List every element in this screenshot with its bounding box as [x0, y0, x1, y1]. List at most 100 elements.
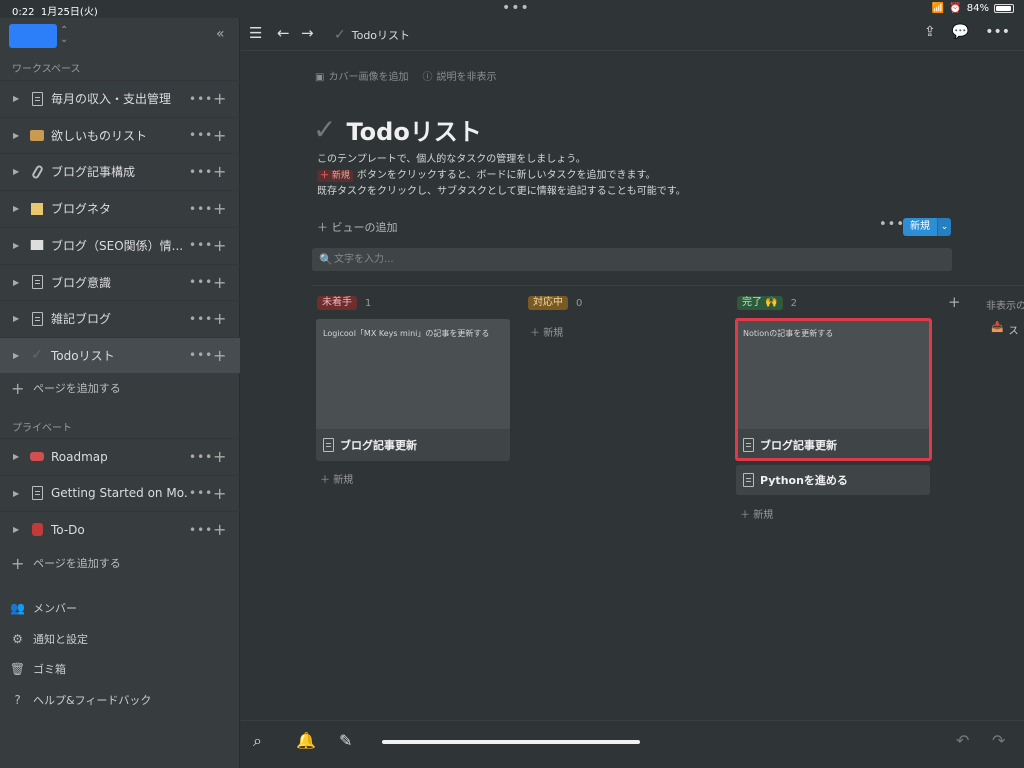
expand-triangle-icon[interactable]: ▶ — [13, 351, 19, 360]
plus-icon[interactable]: + — [213, 199, 226, 218]
add-card-button[interactable]: ＋ 新規 — [740, 506, 773, 521]
forward-arrow-icon[interactable]: → — [301, 24, 314, 42]
add-page-label: ページを追加する — [33, 557, 121, 570]
more-icon[interactable]: ••• — [189, 523, 213, 537]
add-view-button[interactable]: ＋ ビューの追加 — [317, 219, 398, 235]
new-chip: ＋ 新規 — [317, 170, 353, 182]
search-input[interactable] — [334, 251, 934, 267]
expand-triangle-icon[interactable]: ▶ — [13, 131, 19, 140]
hidden-group-item[interactable]: 📥 ス — [991, 322, 1018, 337]
card-cover-text: Logicool「MX Keys mini」の記事を更新する — [323, 329, 490, 338]
board-card[interactable]: Logicool「MX Keys mini」の記事を更新する ブログ記事更新 — [316, 319, 510, 461]
plus-icon[interactable]: + — [213, 162, 226, 181]
board-divider — [312, 285, 1024, 286]
sidebar-item[interactable]: ▶ ブログ（SEO関係）情... ••• + — [0, 226, 240, 263]
comment-icon[interactable]: 💬 — [952, 24, 969, 40]
add-page-private-button[interactable]: + ページを追加する — [0, 550, 240, 576]
plus-icon[interactable]: + — [213, 89, 226, 108]
view-more-icon[interactable]: ••• — [879, 217, 905, 232]
sidebar-item[interactable]: ▶ 毎月の収入・支出管理 ••• + — [0, 80, 240, 116]
check-icon[interactable]: ✓ — [313, 113, 336, 146]
trash-item[interactable]: 🗑 ゴミ箱 — [0, 657, 240, 681]
sidebar-item[interactable]: ▶ To-Do ••• + — [0, 511, 240, 547]
plus-icon[interactable]: + — [213, 346, 226, 365]
add-page-button[interactable]: + ページを追加する — [0, 375, 240, 401]
sidebar-item[interactable]: ▶ Getting Started on Mo... ••• + — [0, 474, 240, 511]
page-icon — [30, 311, 44, 327]
desc-line: ボタンをクリックすると、ボードに新しいタスクを追加できます。 — [356, 170, 656, 181]
add-card-button[interactable]: ＋ 新規 — [320, 471, 353, 486]
sidebar-item[interactable]: ▶ ブログ記事構成 ••• + — [0, 153, 240, 189]
new-button[interactable]: 新規 ⌄ — [903, 218, 951, 236]
check-icon: ✓ — [334, 27, 346, 43]
settings-item[interactable]: ⚙ 通知と設定 — [0, 627, 240, 651]
column-header-done[interactable]: 完了 🙌 2 — [737, 296, 797, 310]
more-icon[interactable]: ••• — [189, 238, 213, 252]
more-options-icon[interactable]: ••• — [985, 24, 1010, 40]
breadcrumb[interactable]: ✓ Todoリスト — [334, 27, 410, 43]
plus-icon[interactable]: + — [213, 520, 226, 539]
share-icon[interactable]: ⇪ — [924, 24, 936, 40]
back-arrow-icon[interactable]: ← — [277, 24, 290, 42]
redo-icon[interactable]: ↷ — [992, 731, 1005, 750]
plus-icon[interactable]: + — [213, 273, 226, 292]
new-button-label[interactable]: 新規 — [903, 218, 937, 236]
bell-icon[interactable]: 🔔 — [296, 731, 316, 750]
expand-triangle-icon[interactable]: ▶ — [13, 489, 19, 498]
board-card[interactable]: Pythonを進める — [736, 465, 930, 495]
expand-triangle-icon[interactable]: ▶ — [13, 204, 19, 213]
workspace-switcher[interactable] — [9, 24, 57, 48]
hide-description-button[interactable]: ⓘ 説明を非表示 — [422, 68, 496, 83]
chevron-down-icon[interactable]: ⌄ — [937, 218, 951, 236]
compose-icon[interactable]: ✎ — [339, 731, 352, 750]
more-icon[interactable]: ••• — [189, 202, 213, 216]
chevron-updown-icon[interactable]: ⌃ ⌄ — [60, 26, 68, 45]
more-icon[interactable]: ••• — [189, 486, 213, 500]
plus-icon[interactable]: + — [213, 309, 226, 328]
sidebar-item[interactable]: ▶ ✓ Todoリスト ••• + — [0, 336, 240, 373]
sidebar-item[interactable]: ▶ 欲しいものリスト ••• + — [0, 116, 240, 153]
multitasking-dots[interactable]: ••• — [502, 0, 530, 16]
expand-triangle-icon[interactable]: ▶ — [13, 94, 19, 103]
plus-icon[interactable]: + — [213, 236, 226, 255]
expand-triangle-icon[interactable]: ▶ — [13, 241, 19, 250]
expand-triangle-icon[interactable]: ▶ — [13, 278, 19, 287]
page-description[interactable]: このテンプレートで、個人的なタスクの管理をしましょう。 ＋ 新規 ボタンをクリック… — [317, 152, 686, 200]
plus-icon[interactable]: + — [213, 126, 226, 145]
add-group-icon[interactable]: + — [948, 293, 961, 311]
more-icon[interactable]: ••• — [189, 92, 213, 106]
help-item[interactable]: ? ヘルプ&フィードバック — [0, 688, 240, 712]
search-icon[interactable]: ⌕ — [253, 731, 262, 751]
expand-triangle-icon[interactable]: ▶ — [13, 525, 19, 534]
expand-triangle-icon[interactable]: ▶ — [13, 314, 19, 323]
members-item[interactable]: 👥 メンバー — [0, 596, 240, 620]
search-bar[interactable]: 🔍 — [312, 248, 952, 271]
more-icon[interactable]: ••• — [189, 450, 213, 464]
check-icon: ✓ — [31, 347, 43, 364]
plus-icon[interactable]: + — [213, 447, 226, 466]
collapse-sidebar-icon[interactable]: « — [216, 26, 225, 42]
menu-icon[interactable]: ☰ — [249, 24, 262, 42]
sidebar-item-label: Todoリスト — [51, 348, 115, 363]
column-header-in-progress[interactable]: 対応中 0 — [528, 296, 582, 310]
sidebar-item[interactable]: ▶ Roadmap ••• + — [0, 438, 240, 474]
expand-triangle-icon[interactable]: ▶ — [13, 452, 19, 461]
add-cover-button[interactable]: ▣ カバー画像を追加 — [315, 68, 408, 83]
sidebar-item[interactable]: ▶ ブログネタ ••• + — [0, 190, 240, 226]
sidebar-item[interactable]: ▶ 雑記ブログ ••• + — [0, 300, 240, 336]
more-icon[interactable]: ••• — [189, 312, 213, 326]
more-icon[interactable]: ••• — [189, 348, 213, 362]
expand-triangle-icon[interactable]: ▶ — [13, 167, 19, 176]
plus-icon[interactable]: + — [213, 484, 226, 503]
more-icon[interactable]: ••• — [189, 128, 213, 142]
sidebar-item[interactable]: ▶ ブログ意識 ••• + — [0, 263, 240, 300]
home-indicator[interactable] — [382, 740, 640, 744]
add-card-button[interactable]: ＋ 新規 — [530, 324, 563, 339]
page-icon — [30, 485, 44, 501]
column-header-todo[interactable]: 未着手 1 — [317, 296, 371, 310]
page-title-row: ✓ Todoリスト — [313, 112, 482, 147]
undo-icon[interactable]: ↶ — [956, 731, 969, 750]
more-icon[interactable]: ••• — [189, 165, 213, 179]
page-title[interactable]: Todoリスト — [346, 112, 481, 147]
more-icon[interactable]: ••• — [189, 275, 213, 289]
